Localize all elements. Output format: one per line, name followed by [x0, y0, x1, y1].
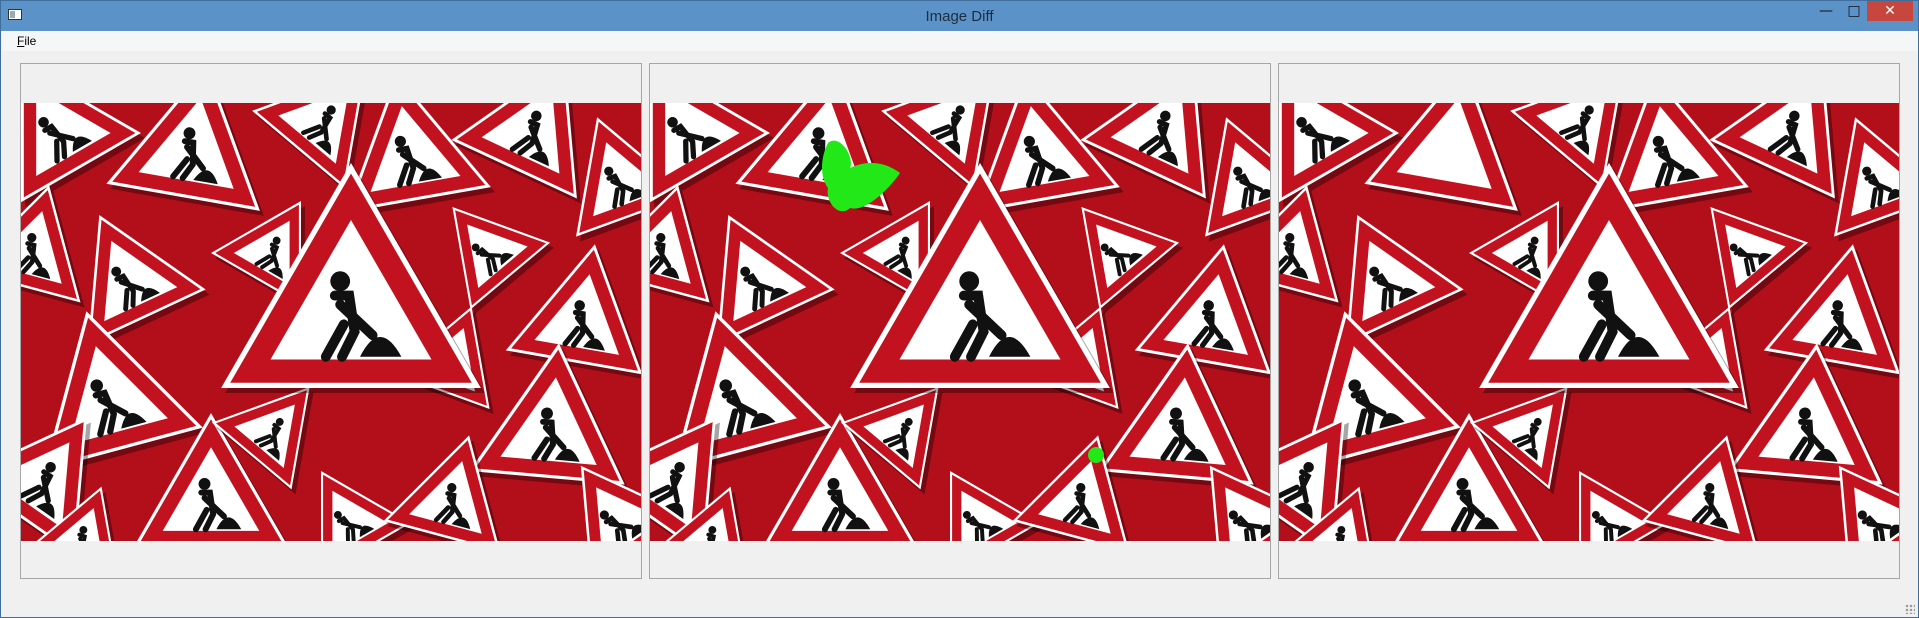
sign-collage-image	[21, 103, 641, 541]
minimize-button[interactable]: —	[1813, 1, 1839, 21]
window-title: Image Diff	[925, 8, 994, 25]
close-button[interactable]: ✕	[1867, 1, 1913, 21]
original-image-view[interactable]	[21, 103, 641, 541]
modified-image-pane[interactable]	[1278, 63, 1900, 579]
sign-collage-image	[650, 103, 1270, 541]
original-image-pane[interactable]	[20, 63, 642, 579]
image-diff-window: Image Diff — □ ✕ File	[0, 0, 1919, 618]
title-bar[interactable]: Image Diff — □ ✕	[1, 1, 1918, 31]
close-icon: ✕	[1884, 3, 1896, 19]
menu-bar: File	[2, 31, 1918, 51]
menu-file[interactable]: File	[17, 34, 36, 48]
sign-collage-image	[1279, 103, 1899, 541]
minimize-icon: —	[1819, 3, 1833, 19]
resize-grip-icon[interactable]	[1905, 604, 1915, 614]
menu-file-label: ile	[24, 34, 37, 48]
diff-highlight-dot	[1088, 447, 1104, 463]
maximize-button[interactable]: □	[1841, 1, 1867, 21]
diff-image-view[interactable]	[650, 103, 1270, 541]
maximize-icon: □	[1847, 3, 1861, 19]
diff-image-pane[interactable]	[649, 63, 1271, 579]
modified-image-view[interactable]	[1279, 103, 1899, 541]
